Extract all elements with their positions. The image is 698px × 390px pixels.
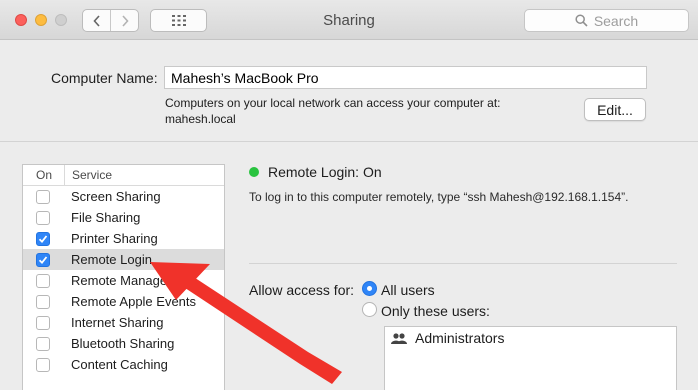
- service-label: Remote Apple Events: [71, 294, 197, 309]
- service-checkbox[interactable]: [36, 210, 50, 225]
- computer-name-input[interactable]: [164, 66, 647, 89]
- local-address-info: Computers on your local network can acce…: [165, 95, 500, 127]
- service-checkbox-cell: [23, 273, 65, 288]
- only-these-users-radio[interactable]: [362, 302, 377, 317]
- service-label: Printer Sharing: [71, 231, 158, 246]
- service-checkbox[interactable]: [36, 273, 50, 288]
- local-address-description: Computers on your local network can acce…: [165, 96, 501, 110]
- service-checkbox-cell: [23, 294, 65, 309]
- service-checkbox[interactable]: [36, 336, 50, 351]
- service-checkbox[interactable]: [36, 315, 50, 330]
- service-row[interactable]: Content Caching: [23, 354, 224, 375]
- service-row[interactable]: Screen Sharing: [23, 186, 224, 207]
- user-row[interactable]: Administrators: [385, 327, 676, 349]
- computer-name-label: Computer Name:: [51, 70, 158, 86]
- group-icon: [391, 332, 407, 344]
- service-row[interactable]: Remote Management: [23, 270, 224, 291]
- service-label: Internet Sharing: [71, 315, 164, 330]
- service-label: Screen Sharing: [71, 189, 161, 204]
- service-checkbox[interactable]: [36, 294, 50, 309]
- status-indicator: [249, 167, 259, 177]
- service-checkbox[interactable]: [36, 189, 50, 204]
- service-label: File Sharing: [71, 210, 141, 225]
- service-checkbox-cell: [23, 231, 65, 246]
- service-row[interactable]: File Sharing: [23, 207, 224, 228]
- status-title: Remote Login: On: [268, 164, 382, 180]
- service-checkbox-cell: [23, 210, 65, 225]
- section-divider: [0, 141, 698, 142]
- search-field[interactable]: Search: [524, 9, 689, 32]
- search-placeholder: Search: [593, 12, 639, 29]
- service-list-header: On Service: [23, 165, 224, 186]
- local-hostname: mahesh.local: [165, 112, 236, 126]
- service-label: Bluetooth Sharing: [71, 336, 175, 351]
- users-list: Administrators: [384, 326, 677, 390]
- service-row[interactable]: Remote Login: [23, 249, 224, 270]
- ssh-instructions: To log in to this computer remotely, typ…: [249, 190, 629, 204]
- allow-access-label: Allow access for:: [249, 282, 355, 298]
- service-row[interactable]: Internet Sharing: [23, 312, 224, 333]
- checkmark-icon: [38, 255, 48, 264]
- service-label: Remote Management: [71, 273, 197, 288]
- column-header-service[interactable]: Service: [65, 168, 112, 182]
- column-header-on[interactable]: On: [23, 165, 65, 185]
- service-checkbox[interactable]: [36, 357, 50, 372]
- service-row[interactable]: Bluetooth Sharing: [23, 333, 224, 354]
- service-checkbox-cell: [23, 315, 65, 330]
- all-users-label[interactable]: All users: [381, 282, 435, 298]
- user-label: Administrators: [415, 330, 505, 346]
- service-checkbox-cell: [23, 357, 65, 372]
- edit-button[interactable]: Edit...: [584, 98, 646, 121]
- search-icon: [575, 14, 588, 27]
- checkmark-icon: [38, 234, 48, 243]
- service-list: On Service Screen Sharing File Sharing Pri…: [22, 164, 225, 390]
- service-checkbox[interactable]: [36, 252, 50, 267]
- only-these-users-label[interactable]: Only these users:: [381, 303, 490, 319]
- detail-divider: [249, 263, 677, 264]
- service-row[interactable]: Remote Apple Events: [23, 291, 224, 312]
- all-users-radio[interactable]: [362, 281, 377, 296]
- title-bar: Sharing Search: [0, 0, 698, 40]
- service-checkbox[interactable]: [36, 231, 50, 246]
- service-label: Remote Login: [71, 252, 152, 267]
- service-label: Content Caching: [71, 357, 168, 372]
- service-checkbox-cell: [23, 336, 65, 351]
- service-checkbox-cell: [23, 252, 65, 267]
- service-checkbox-cell: [23, 189, 65, 204]
- service-row[interactable]: Printer Sharing: [23, 228, 224, 249]
